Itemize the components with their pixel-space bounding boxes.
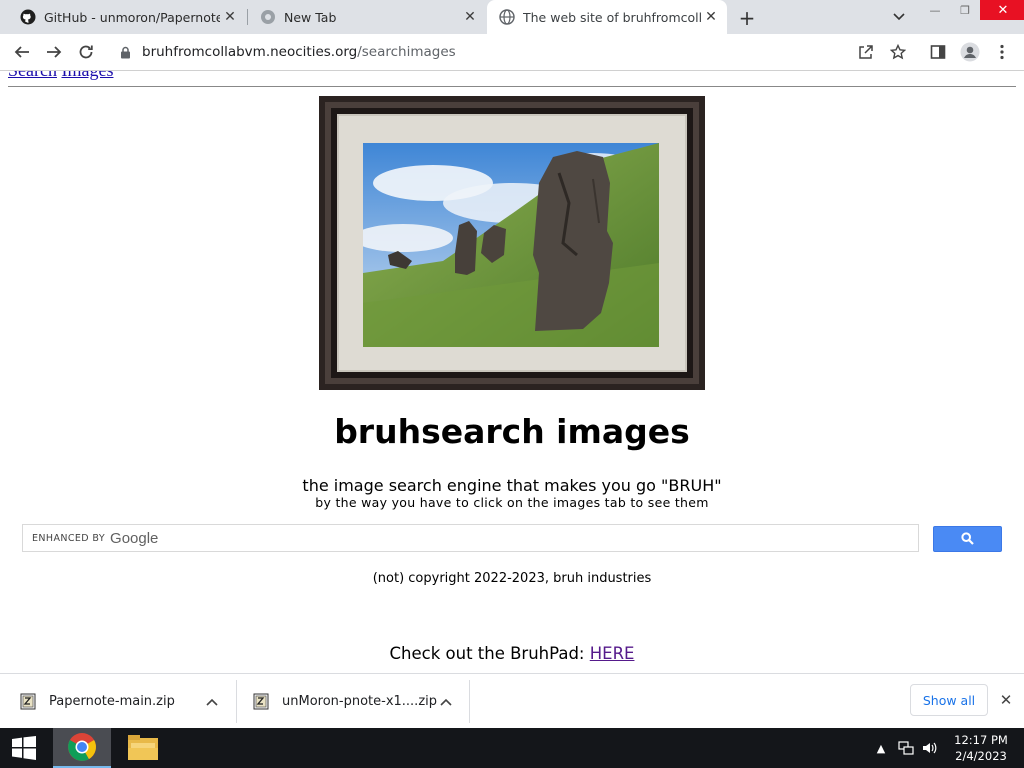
window-close-icon[interactable]: ✕: [980, 0, 1024, 20]
share-icon[interactable]: [856, 42, 876, 62]
subtagline: by the way you have to click on the imag…: [315, 495, 709, 510]
clock-date: 2/4/2023: [955, 749, 1007, 763]
system-clock[interactable]: 12:17 PM 2/4/2023: [945, 732, 1017, 764]
tab-title: The web site of bruhfromcollabv: [523, 9, 701, 25]
url-text: bruhfromcollabvm.neocities.org/searchima…: [142, 44, 456, 60]
chrome-menu-icon[interactable]: [992, 42, 1012, 62]
close-download-bar-icon[interactable]: ✕: [996, 690, 1016, 710]
tab-title: GitHub - unmoron/Papernote: Pa: [44, 9, 220, 25]
search-link[interactable]: Search: [8, 71, 57, 80]
google-logo: Google: [110, 529, 159, 547]
download-item[interactable]: unMoron-pnote-x1....zip: [252, 674, 468, 729]
bruhpad-line: Check out the BruhPad: HERE: [0, 644, 1024, 663]
bruhpad-link[interactable]: HERE: [590, 644, 635, 663]
tab-search-chevron-icon[interactable]: [889, 8, 909, 26]
tab-title: New Tab: [284, 9, 337, 25]
globe-icon: [499, 9, 515, 25]
download-divider: [469, 680, 470, 723]
tab-active-site[interactable]: The web site of bruhfromcollabv ✕: [487, 0, 727, 34]
chevron-up-tray-icon[interactable]: ▲: [874, 728, 888, 768]
images-link[interactable]: Images: [61, 71, 113, 80]
tagline: the image search engine that makes you g…: [302, 476, 722, 495]
minimize-icon[interactable]: —: [920, 0, 950, 20]
download-filename: unMoron-pnote-x1....zip: [282, 694, 438, 709]
page-title: bruhsearch images: [334, 412, 690, 451]
windows-start-icon[interactable]: [0, 728, 48, 768]
chevron-up-icon[interactable]: [439, 695, 453, 709]
windows-taskbar: ▲ 12:17 PM 2/4/2023: [0, 728, 1024, 768]
web-page: Search Images: [0, 71, 1024, 673]
framed-moai-image: [319, 96, 705, 390]
volume-icon[interactable]: [920, 728, 940, 768]
clock-time: 12:17 PM: [954, 733, 1008, 747]
show-all-button[interactable]: Show all: [910, 684, 988, 716]
moai-photo: [363, 143, 659, 347]
zip-file-icon: [19, 693, 37, 711]
search-button[interactable]: [933, 526, 1002, 552]
bruhpad-text: Check out the BruhPad:: [389, 644, 590, 663]
url-path: /searchimages: [357, 44, 456, 60]
enhanced-by-label: ENHANCED BY: [32, 532, 106, 544]
close-tab-icon[interactable]: ✕: [460, 7, 480, 27]
chevron-up-icon[interactable]: [205, 695, 219, 709]
reload-icon[interactable]: [74, 40, 98, 64]
forward-arrow-icon[interactable]: [42, 40, 66, 64]
new-tab-button[interactable]: +: [736, 6, 758, 30]
address-bar[interactable]: bruhfromcollabvm.neocities.org/searchima…: [108, 38, 920, 66]
window-controls: — ❐ ✕: [920, 0, 1024, 34]
bookmark-star-icon[interactable]: [888, 42, 908, 62]
download-divider: [236, 680, 237, 723]
tab-strip: GitHub - unmoron/Papernote: Pa ✕ New Tab…: [0, 0, 1024, 34]
copyright-text: (not) copyright 2022-2023, bruh industri…: [372, 571, 652, 586]
browser-toolbar: bruhfromcollabvm.neocities.org/searchima…: [0, 34, 1024, 71]
download-item[interactable]: Papernote-main.zip: [19, 674, 235, 729]
top-nav-links: Search Images: [8, 71, 113, 81]
lock-icon[interactable]: [118, 45, 132, 59]
profile-avatar-icon[interactable]: [960, 42, 980, 62]
network-icon[interactable]: [896, 728, 916, 768]
side-panel-icon[interactable]: [928, 42, 948, 62]
tab-github[interactable]: GitHub - unmoron/Papernote: Pa ✕: [0, 0, 246, 34]
chrome-newtab-icon: [260, 9, 276, 25]
download-bar: Papernote-main.zip unMoron-pnote-x1....z…: [0, 673, 1024, 728]
close-tab-icon[interactable]: ✕: [220, 7, 240, 27]
search-input[interactable]: ENHANCED BY Google: [22, 524, 919, 552]
download-filename: Papernote-main.zip: [49, 694, 175, 709]
url-host: bruhfromcollabvm.neocities.org: [142, 44, 358, 60]
close-tab-icon[interactable]: ✕: [701, 7, 721, 27]
back-arrow-icon[interactable]: [10, 40, 34, 64]
maximize-icon[interactable]: ❐: [950, 0, 980, 20]
tab-new-tab[interactable]: New Tab ✕: [240, 0, 486, 34]
chrome-taskbar-icon[interactable]: [53, 728, 111, 768]
search-icon: [961, 530, 974, 549]
horizontal-rule: [8, 86, 1016, 87]
zip-file-icon: [252, 693, 270, 711]
file-explorer-icon[interactable]: [114, 728, 172, 768]
github-icon: [20, 9, 36, 25]
